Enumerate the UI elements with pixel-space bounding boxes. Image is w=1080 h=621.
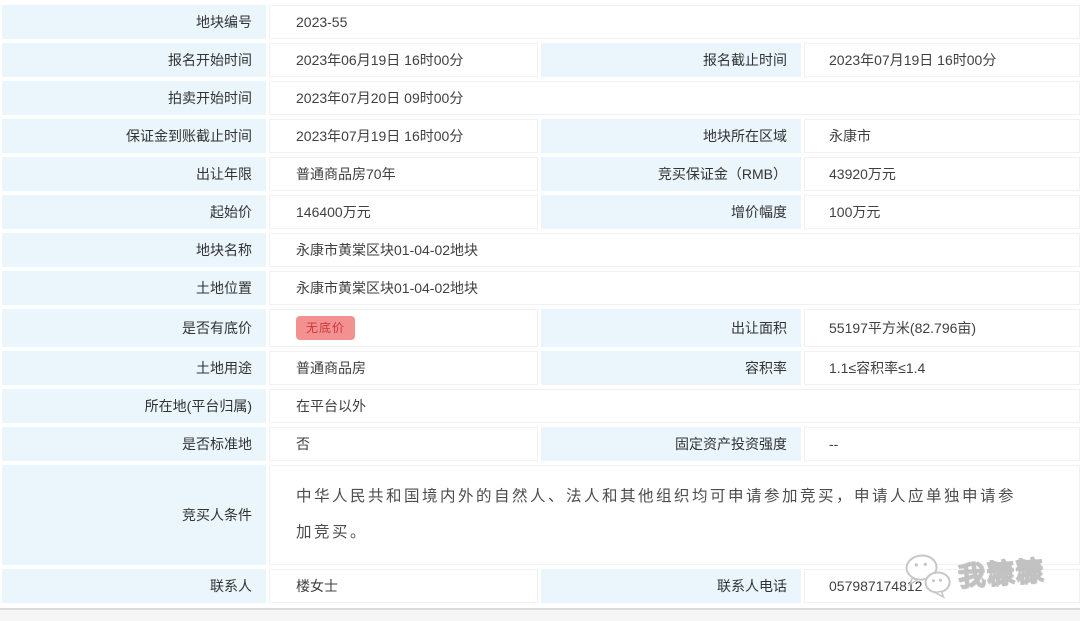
field-label: 竞买保证金（RMB）: [541, 157, 801, 191]
field-value: 在平台以外: [269, 389, 1080, 423]
field-value: 楼女士: [269, 569, 538, 603]
field-label: 出让面积: [541, 309, 801, 347]
table-row-plot-number: 地块编号 2023-55: [2, 5, 1080, 39]
field-value: 永康市: [804, 119, 1080, 153]
field-value: 普通商品房70年: [269, 157, 538, 191]
bidder-conditions-text: 中华人民共和国境内外的自然人、法人和其他组织均可申请参加竞买，申请人应单独申请参…: [296, 479, 1079, 551]
table-row-land-location: 土地位置 永康市黄棠区块01-04-02地块: [2, 271, 1080, 305]
field-label: 地块编号: [2, 5, 266, 39]
field-value: 2023年07月19日 16时00分: [269, 119, 538, 153]
field-label: 出让年限: [2, 157, 266, 191]
no-reserve-price-badge: 无底价: [296, 316, 355, 340]
field-label: 地块所在区域: [541, 119, 801, 153]
field-label: 保证金到账截止时间: [2, 119, 266, 153]
field-label: 增价幅度: [541, 195, 801, 229]
field-label: 报名开始时间: [2, 43, 266, 77]
field-label: 土地位置: [2, 271, 266, 305]
table-row-registration-times: 报名开始时间 2023年06月19日 16时00分 报名截止时间 2023年07…: [2, 43, 1080, 77]
table-row-platform-affiliation: 所在地(平台归属) 在平台以外: [2, 389, 1080, 423]
field-value: 永康市黄棠区块01-04-02地块: [269, 233, 1080, 267]
table-row-price-increment: 起始价 146400万元 增价幅度 100万元: [2, 195, 1080, 229]
field-label: 地块名称: [2, 233, 266, 267]
field-value: 43920万元: [804, 157, 1080, 191]
field-label: 起始价: [2, 195, 266, 229]
field-label: 联系人电话: [541, 569, 801, 603]
field-value: 100万元: [804, 195, 1080, 229]
field-value: 普通商品房: [269, 351, 538, 385]
field-label: 联系人: [2, 569, 266, 603]
land-info-table: 地块编号 2023-55 报名开始时间 2023年06月19日 16时00分 报…: [2, 5, 1080, 607]
field-label: 固定资产投资强度: [541, 427, 801, 461]
field-label: 是否标准地: [2, 427, 266, 461]
field-value: 2023-55: [269, 5, 1080, 39]
field-value: 永康市黄棠区块01-04-02地块: [269, 271, 1080, 305]
field-label: 拍卖开始时间: [2, 81, 266, 115]
field-label: 是否有底价: [2, 309, 266, 347]
table-row-land-use-plot-ratio: 土地用途 普通商品房 容积率 1.1≤容积率≤1.4: [2, 351, 1080, 385]
table-row-deposit-deadline-region: 保证金到账截止时间 2023年07月19日 16时00分 地块所在区域 永康市: [2, 119, 1080, 153]
page-bottom-strip: [0, 608, 1080, 621]
field-value: 2023年07月19日 16时00分: [804, 43, 1080, 77]
field-label: 所在地(平台归属): [2, 389, 266, 423]
table-row-auction-start: 拍卖开始时间 2023年07月20日 09时00分: [2, 81, 1080, 115]
table-row-bidder-conditions: 竞买人条件 中华人民共和国境内外的自然人、法人和其他组织均可申请参加竞买，申请人…: [2, 465, 1080, 565]
field-value: 55197平方米(82.796亩): [804, 309, 1080, 347]
table-row-reserve-price-area: 是否有底价 无底价 出让面积 55197平方米(82.796亩): [2, 309, 1080, 347]
table-row-standard-land-investment: 是否标准地 否 固定资产投资强度 --: [2, 427, 1080, 461]
table-row-tenure-deposit: 出让年限 普通商品房70年 竞买保证金（RMB） 43920万元: [2, 157, 1080, 191]
table-row-contact: 联系人 楼女士 联系人电话 057987174812: [2, 569, 1080, 603]
field-value: 057987174812: [804, 569, 1080, 603]
field-value: 2023年07月20日 09时00分: [269, 81, 1080, 115]
field-value: 146400万元: [269, 195, 538, 229]
field-value: --: [804, 427, 1080, 461]
field-value: 1.1≤容积率≤1.4: [804, 351, 1080, 385]
field-label: 容积率: [541, 351, 801, 385]
field-value: 2023年06月19日 16时00分: [269, 43, 538, 77]
field-value: 无底价: [269, 309, 538, 347]
field-label: 竞买人条件: [2, 465, 266, 565]
field-label: 土地用途: [2, 351, 266, 385]
field-value: 否: [269, 427, 538, 461]
field-label: 报名截止时间: [541, 43, 801, 77]
table-row-plot-name: 地块名称 永康市黄棠区块01-04-02地块: [2, 233, 1080, 267]
field-value: 中华人民共和国境内外的自然人、法人和其他组织均可申请参加竞买，申请人应单独申请参…: [269, 465, 1080, 565]
